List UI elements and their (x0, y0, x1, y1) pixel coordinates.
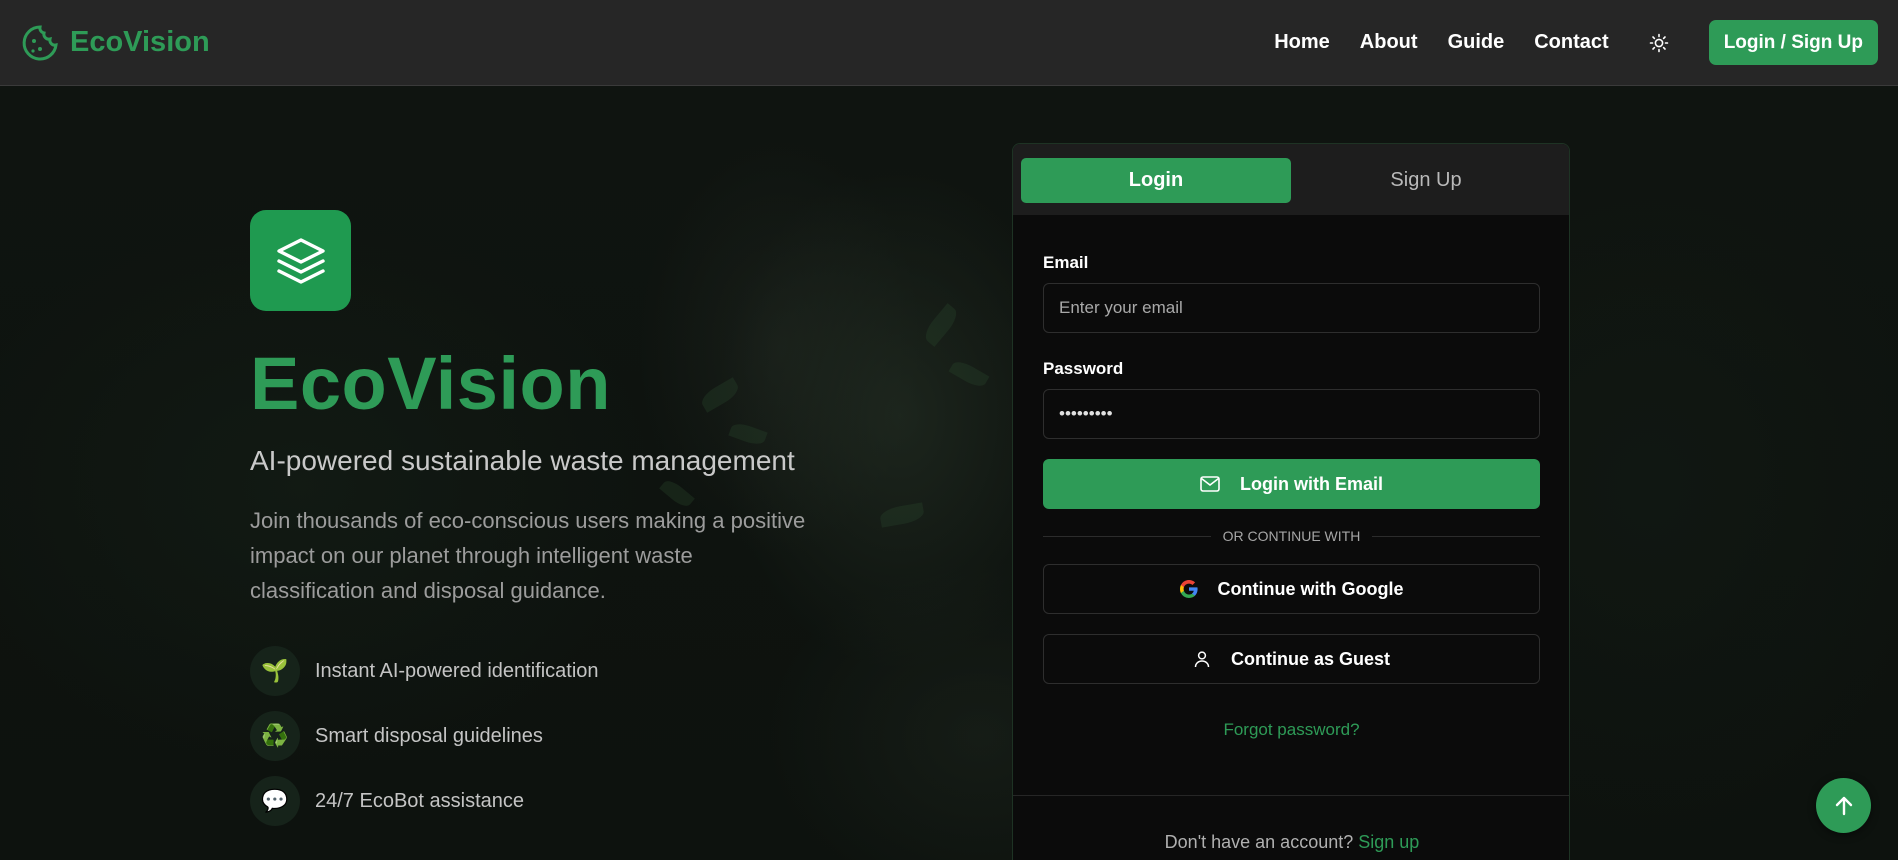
sun-icon (1649, 33, 1668, 52)
guest-login-button[interactable]: Continue as Guest (1043, 634, 1540, 684)
signup-prompt-text: Don't have an account? (1164, 832, 1354, 852)
tab-login[interactable]: Login (1021, 158, 1291, 203)
feature-item: 🌱 Instant AI-powered identification (250, 646, 870, 696)
auth-tabs: Login Sign Up (1013, 144, 1569, 215)
feature-label: Instant AI-powered identification (315, 659, 599, 682)
divider-text: OR CONTINUE WITH (1222, 528, 1361, 544)
continue-divider: OR CONTINUE WITH (1043, 528, 1540, 544)
password-field[interactable] (1043, 389, 1540, 439)
login-signup-button[interactable]: Login / Sign Up (1708, 20, 1878, 65)
nav-links: Home About Guide Contact Login / Sign Up (1244, 20, 1878, 65)
scroll-to-top-button[interactable] (1816, 778, 1871, 833)
nav-link-contact[interactable]: Contact (1534, 31, 1608, 54)
layers-icon (276, 237, 325, 284)
tab-signup[interactable]: Sign Up (1291, 158, 1561, 203)
cookie-logo-icon (22, 24, 58, 60)
guest-button-label: Continue as Guest (1230, 648, 1391, 669)
hero-title: EcoVision (250, 342, 611, 425)
nav-link-guide[interactable]: Guide (1448, 31, 1505, 54)
feature-list: 🌱 Instant AI-powered identification ♻️ S… (250, 646, 870, 826)
auth-card: Login Sign Up Email Password Login with … (1012, 143, 1570, 860)
hero-section: EcoVision AI-powered sustainable waste m… (250, 210, 870, 841)
hero-subtitle: AI-powered sustainable waste management (250, 445, 795, 476)
google-icon (1179, 580, 1198, 598)
signup-link[interactable]: Sign up (1358, 832, 1419, 852)
speech-bubble-icon: 💬 (250, 776, 300, 826)
feature-label: Smart disposal guidelines (315, 724, 543, 747)
theme-toggle-button[interactable] (1645, 29, 1673, 57)
feature-item: ♻️ Smart disposal guidelines (250, 711, 870, 761)
email-field[interactable] (1043, 283, 1540, 333)
google-login-button[interactable]: Continue with Google (1043, 564, 1540, 614)
feature-label: 24/7 EcoBot assistance (315, 789, 525, 812)
nav-link-home[interactable]: Home (1274, 31, 1330, 54)
top-navbar: EcoVision Home About Guide Contact Login… (0, 0, 1898, 86)
email-label: Email (1043, 253, 1089, 272)
nav-link-about[interactable]: About (1360, 31, 1418, 54)
mail-icon (1200, 476, 1220, 492)
feature-item: 💬 24/7 EcoBot assistance (250, 776, 870, 826)
password-label: Password (1043, 359, 1124, 378)
app-logo-tile (250, 210, 351, 311)
signup-prompt: Don't have an account? Sign up (1013, 795, 1569, 853)
seedling-icon: 🌱 (250, 646, 300, 696)
recycle-icon: ♻️ (250, 711, 300, 761)
login-form: Email Password Login with Email OR CONTI… (1013, 253, 1569, 740)
login-email-label: Login with Email (1240, 473, 1383, 494)
forgot-password-link[interactable]: Forgot password? (1043, 720, 1540, 740)
hero-description: Join thousands of eco-conscious users ma… (250, 508, 806, 603)
google-button-label: Continue with Google (1217, 578, 1404, 599)
user-icon (1194, 651, 1210, 668)
brand-name: EcoVision (70, 26, 210, 58)
brand[interactable]: EcoVision (20, 23, 210, 63)
arrow-up-icon (1835, 796, 1852, 815)
login-email-button[interactable]: Login with Email (1043, 459, 1540, 509)
